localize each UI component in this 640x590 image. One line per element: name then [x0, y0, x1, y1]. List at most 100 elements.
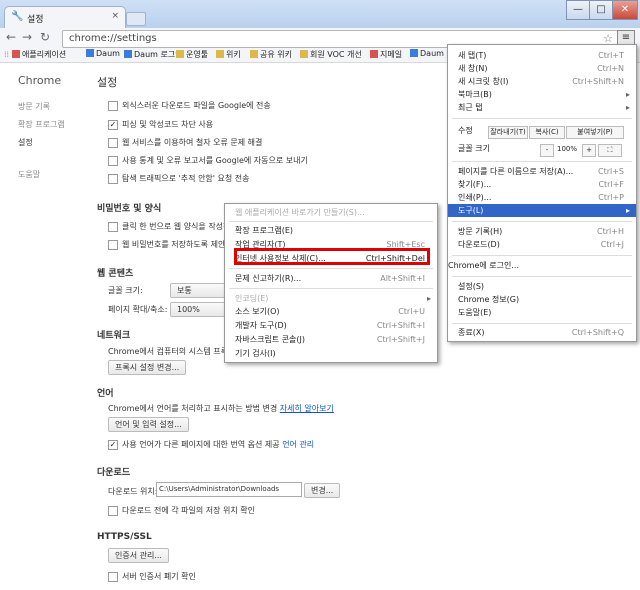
menu-item-new-tab[interactable]: 새 탭(T) Ctrl+T: [448, 49, 636, 62]
bookmark-item[interactable]: Daum 로그인: [124, 49, 183, 60]
manage-certificates-button[interactable]: 인증서 관리...: [108, 548, 169, 563]
checkbox-label: 웹 비밀번호를 저장하도록 제안: [122, 240, 226, 249]
back-icon[interactable]: ←: [6, 30, 16, 44]
section-title-network: 네트워크: [97, 331, 131, 341]
checkbox[interactable]: ✓: [108, 120, 118, 130]
menu-item-print[interactable]: 인쇄(P)... Ctrl+P: [448, 191, 636, 204]
section-title-downloads: 다운로드: [97, 468, 131, 478]
section-title-web-content: 웹 콘텐츠: [97, 269, 134, 279]
menu-separator: [452, 118, 632, 119]
menu-item-find[interactable]: 찾기(F)... Ctrl+F: [448, 178, 636, 191]
checkbox[interactable]: [108, 138, 118, 148]
menu-separator: [452, 221, 632, 222]
zoom-in-button[interactable]: +: [582, 144, 596, 157]
chrome-main-menu: 새 탭(T) Ctrl+T 새 창(N) Ctrl+N 새 시크릿 창(I) Ctrl…: [447, 44, 637, 342]
menu-item-downloads[interactable]: 다운로드(D) Ctrl+J: [448, 238, 636, 251]
sidebar-item-history[interactable]: 방문 기록: [18, 101, 50, 112]
bookmark-item[interactable]: 운영툴: [176, 49, 208, 60]
menu-separator: [452, 276, 632, 277]
checkbox[interactable]: [108, 240, 118, 250]
checkbox[interactable]: [108, 506, 118, 516]
checkbox[interactable]: [108, 156, 118, 166]
section-title-language: 언어: [97, 389, 114, 399]
font-size-select[interactable]: 보통: [170, 283, 228, 298]
submenu-arrow-icon: ▸: [426, 294, 431, 303]
menu-item-developer-tools[interactable]: 개발자 도구(D) Ctrl+Shift+I: [225, 319, 437, 332]
copy-button[interactable]: 복사(C): [529, 126, 565, 139]
maximize-button[interactable]: □: [589, 0, 613, 20]
tab-close-icon[interactable]: ×: [111, 11, 119, 21]
menu-item-save-page[interactable]: 페이지를 다른 이름으로 저장(A)... Ctrl+S: [448, 165, 636, 178]
menu-item-extensions[interactable]: 확장 프로그램(E): [225, 224, 437, 237]
bookmark-item[interactable]: 위키: [216, 49, 241, 60]
sidebar-title: Chrome: [18, 74, 62, 87]
fullscreen-icon[interactable]: ⛶: [598, 144, 622, 157]
menu-item-bookmarks[interactable]: 북마크(B) ▸: [448, 88, 636, 101]
menu-separator: [229, 288, 433, 289]
menu-item-encoding[interactable]: 인코딩(E) ▸: [225, 292, 437, 305]
tab-title: 설정: [27, 15, 44, 25]
checkbox-label: 사용 통계 및 오류 보고서를 Google에 자동으로 보내기: [122, 156, 308, 165]
sidebar-item-help[interactable]: 도움말: [18, 169, 40, 180]
bookmark-item[interactable]: Daum: [410, 49, 444, 58]
menu-separator: [452, 323, 632, 324]
checkbox[interactable]: [108, 222, 118, 232]
menu-item-inspect-devices[interactable]: 기기 검사(I): [225, 347, 437, 360]
menu-item-exit[interactable]: 종료(X) Ctrl+Shift+Q: [448, 326, 636, 339]
bookmark-item[interactable]: 애플리케이션: [12, 49, 66, 60]
submenu-arrow-icon: ▸: [625, 90, 630, 99]
bookmark-item[interactable]: 회원 VOC 개선: [300, 49, 362, 60]
checkbox-label: 외식스러운 다운로드 파일을 Google에 전송: [122, 101, 271, 110]
menu-item-recent-tabs[interactable]: 최근 탭 ▸: [448, 101, 636, 114]
proxy-settings-button[interactable]: 프록시 설정 변경...: [108, 360, 187, 375]
zoom-select[interactable]: 100%: [170, 302, 228, 317]
checkbox[interactable]: [108, 101, 118, 111]
menu-item-help[interactable]: 도움말(E): [448, 306, 636, 319]
menu-separator: [452, 255, 632, 256]
bookmark-item[interactable]: 공유 위키: [250, 49, 292, 60]
sidebar-item-extensions[interactable]: 확장 프로그램: [18, 119, 65, 130]
url-text: chrome://settings: [69, 33, 157, 44]
menu-item-view-source[interactable]: 소스 보기(O) Ctrl+U: [225, 305, 437, 318]
menu-separator: [229, 221, 433, 222]
minimize-button[interactable]: —: [566, 0, 590, 20]
forward-icon[interactable]: →: [22, 30, 32, 44]
reload-icon[interactable]: ↻: [40, 30, 50, 44]
menu-item-js-console[interactable]: 자바스크립트 콘솔(J) Ctrl+Shift+J: [225, 333, 437, 346]
language-description: Chrome에서 언어를 처리하고 표시하는 방법 변경 자세히 알아보기: [108, 404, 334, 413]
zoom-out-button[interactable]: -: [540, 144, 554, 157]
menu-item-report-issue[interactable]: 문제 신고하기(R)... Alt+Shift+I: [225, 272, 437, 285]
page-title: 설정: [97, 76, 118, 89]
manage-languages-link[interactable]: 언어 관리: [282, 440, 314, 449]
paste-button[interactable]: 붙여넣기(P): [566, 126, 624, 139]
checkbox[interactable]: [108, 572, 118, 582]
apps-icon[interactable]: ⁞⁞: [4, 50, 9, 59]
new-tab-button[interactable]: [126, 12, 146, 26]
menu-item-tools[interactable]: 도구(L) ▸: [448, 204, 636, 217]
cut-button[interactable]: 잘라내기(T): [488, 126, 528, 139]
close-window-button[interactable]: ✕: [612, 0, 638, 20]
section-title-passwords: 비밀번호 및 양식: [97, 204, 162, 214]
network-description: Chrome에서 컴퓨터의 시스템 프록시: [108, 347, 236, 356]
menu-item-sign-in[interactable]: Chrome에 로그인...: [448, 259, 636, 272]
bookmark-item[interactable]: 지메일: [370, 49, 402, 60]
menu-item-settings[interactable]: 설정(S): [448, 280, 636, 293]
menu-item-create-shortcut[interactable]: 웹 애플리케이션 바로가기 만들기(S)...: [225, 206, 437, 219]
checkbox[interactable]: [108, 174, 118, 184]
menu-item-incognito[interactable]: 새 시크릿 창(I) Ctrl+Shift+N: [448, 75, 636, 88]
checkbox[interactable]: ✓: [108, 440, 118, 450]
wrench-icon: 🔧: [11, 11, 24, 22]
menu-item-new-window[interactable]: 새 창(N) Ctrl+N: [448, 62, 636, 75]
download-path-field[interactable]: C:\Users\Administrator\Downloads: [156, 482, 302, 497]
tab-settings[interactable]: 🔧 설정 ×: [4, 6, 126, 29]
checkbox-label: 탐색 트래픽으로 '추적 안함' 요청 전송: [122, 174, 250, 183]
download-change-button[interactable]: 변경...: [304, 483, 341, 498]
sidebar-item-settings[interactable]: 설정: [18, 137, 33, 148]
language-input-settings-button[interactable]: 언어 및 입력 설정...: [108, 417, 189, 432]
font-size-label: 글꼴 크기:: [108, 286, 143, 295]
menu-item-history[interactable]: 방문 기록(H) Ctrl+H: [448, 225, 636, 238]
bookmark-item[interactable]: Daum: [86, 49, 120, 58]
learn-more-link[interactable]: 자세히 알아보기: [280, 404, 334, 413]
highlight-box: [234, 248, 430, 265]
menu-item-about[interactable]: Chrome 정보(G): [448, 293, 636, 306]
